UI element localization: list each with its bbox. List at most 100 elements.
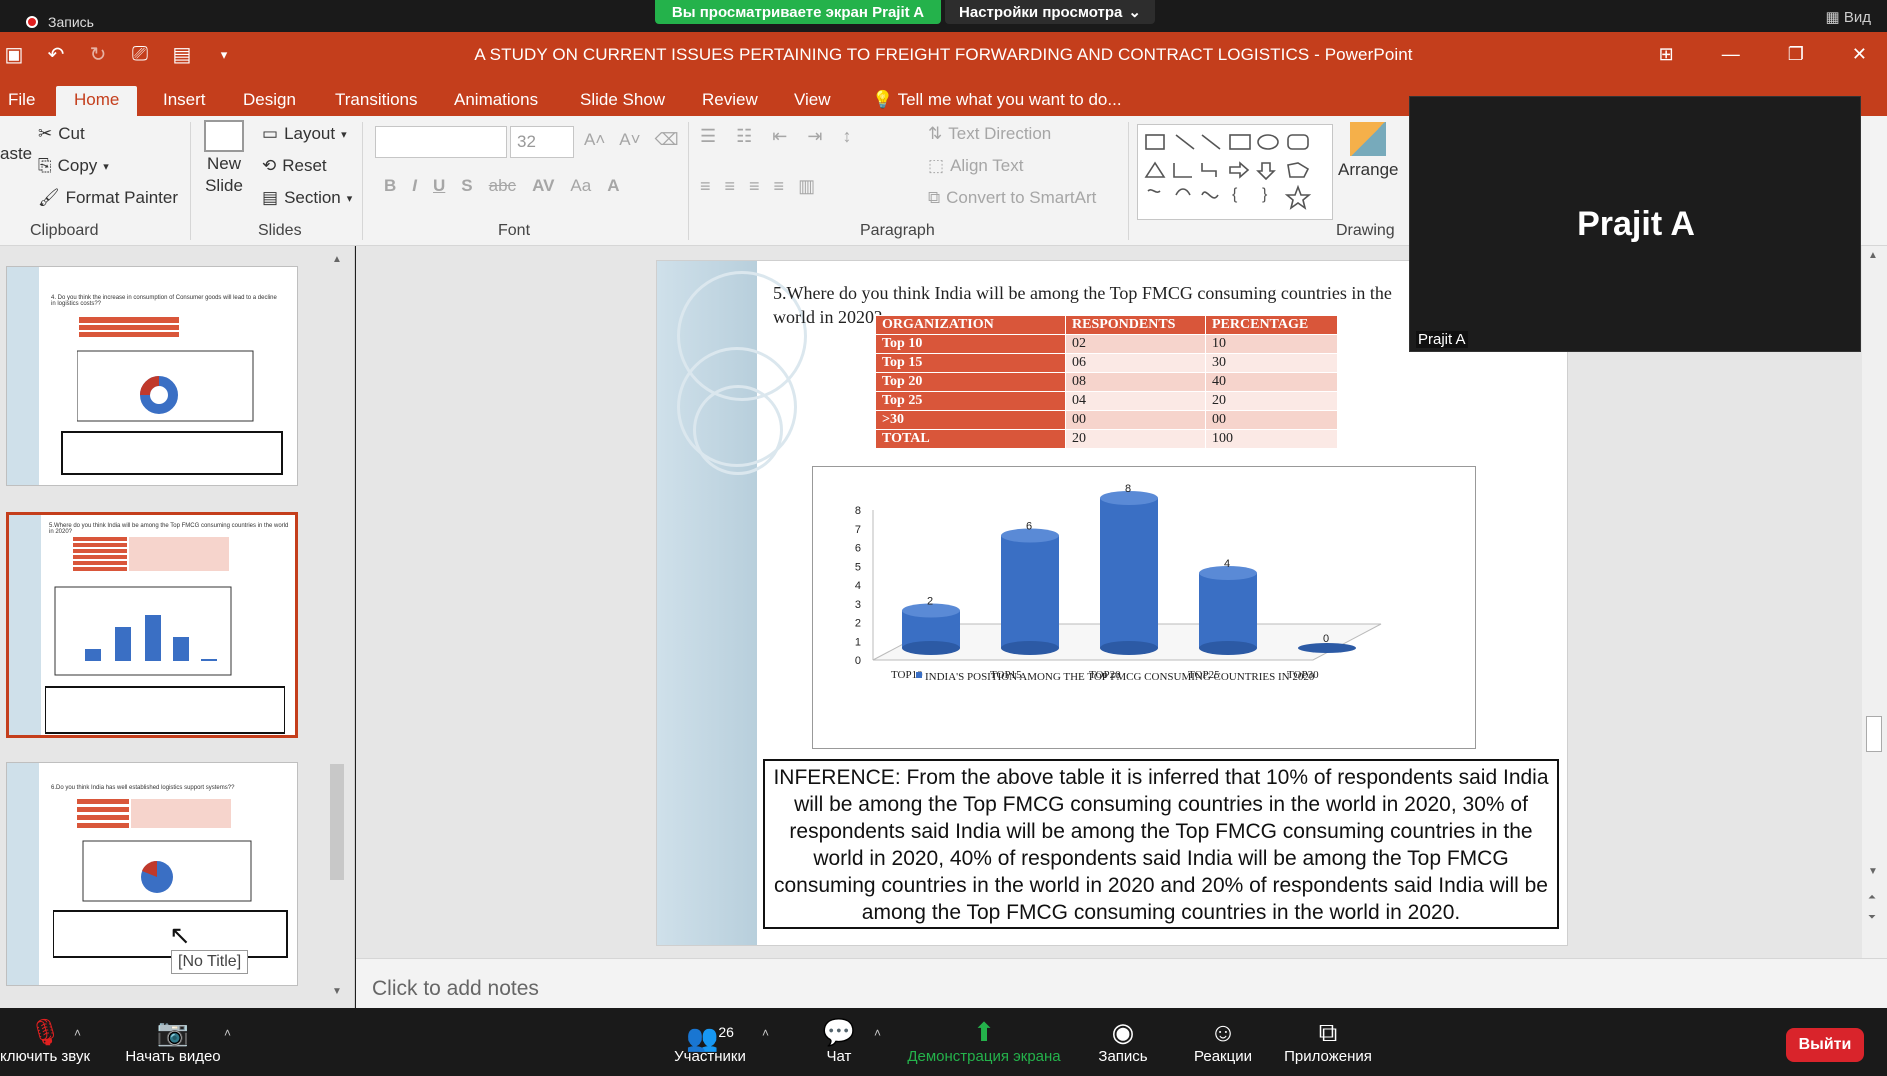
- font-color-button[interactable]: A: [607, 176, 619, 196]
- tab-animations[interactable]: Animations: [436, 86, 556, 116]
- slide-scrollbar[interactable]: ▲ ▼ ⏶ ⏷: [1862, 246, 1887, 958]
- shrink-font-icon[interactable]: A˅: [619, 130, 640, 150]
- arrange-button[interactable]: Arrange: [1338, 122, 1398, 180]
- slide-thumbnail-5[interactable]: 5.Where do you think India will be among…: [6, 512, 298, 738]
- chevron-down-icon: ▾: [341, 128, 347, 141]
- justify-icon[interactable]: ≡: [774, 176, 785, 197]
- start-video-button[interactable]: 📷 Начать видео: [118, 1016, 228, 1065]
- share-screen-button[interactable]: ⬆ Демонстрация экрана: [900, 1016, 1068, 1065]
- apps-button[interactable]: ⧉ Приложения: [1280, 1016, 1376, 1065]
- bullets-icon[interactable]: ☰: [700, 126, 716, 147]
- bold-button[interactable]: B: [384, 176, 396, 196]
- next-slide-icon[interactable]: ⏷: [1868, 912, 1876, 923]
- align-left-icon[interactable]: ≡: [700, 176, 711, 197]
- chevron-up-icon[interactable]: ˄: [762, 1026, 769, 1040]
- scroll-up-icon[interactable]: ▲: [328, 254, 346, 272]
- align-right-icon[interactable]: ≡: [749, 176, 760, 197]
- tab-home[interactable]: Home: [56, 86, 138, 116]
- record-button[interactable]: ◉ Запись: [1088, 1016, 1158, 1065]
- prev-slide-icon[interactable]: ⏶: [1868, 892, 1876, 903]
- chevron-up-icon[interactable]: ˄: [74, 1026, 81, 1040]
- tab-file[interactable]: File: [0, 86, 53, 116]
- outdent-icon[interactable]: ⇥: [807, 126, 822, 147]
- font-name-field[interactable]: [375, 126, 507, 158]
- tab-design[interactable]: Design: [225, 86, 314, 116]
- cell-respondents: 08: [1065, 372, 1206, 392]
- thumbnail-title: 6.Do you think India has well establishe…: [51, 785, 235, 791]
- line-spacing-icon[interactable]: ↕: [842, 126, 851, 147]
- chat-label: Чат: [826, 1048, 852, 1065]
- bar-base: [1100, 641, 1158, 655]
- view-options-button[interactable]: Настройки просмотра ⌄: [945, 0, 1155, 24]
- reactions-icon: ☺: [1209, 1017, 1237, 1047]
- leave-button[interactable]: Выйти: [1786, 1028, 1864, 1062]
- italic-button[interactable]: I: [412, 176, 417, 196]
- text-direction-button[interactable]: ⇅ Text Direction: [928, 124, 1051, 144]
- shadow-button[interactable]: S: [461, 176, 472, 196]
- tab-insert[interactable]: Insert: [145, 86, 224, 116]
- strikethrough-button[interactable]: abc: [489, 176, 516, 196]
- thumbnails-scrollbar[interactable]: ▲ ▼: [328, 254, 346, 1004]
- paste-button[interactable]: aste: [0, 144, 32, 164]
- zoom-top-bar: Запись Вы просматриваете экран Prajit A …: [0, 0, 1887, 32]
- convert-smartart-button[interactable]: ⧉ Convert to SmartArt: [928, 188, 1096, 208]
- slide-thumbnail-4[interactable]: 4. Do you think the increase in consumpt…: [6, 266, 298, 486]
- shapes-gallery[interactable]: {}: [1137, 124, 1333, 220]
- cell-org: >30: [875, 410, 1066, 430]
- new-slide-button[interactable]: New Slide: [204, 120, 244, 196]
- reset-button[interactable]: ⟲ Reset: [262, 156, 327, 176]
- reactions-button[interactable]: ☺ Реакции: [1188, 1016, 1258, 1065]
- current-slide[interactable]: 5.Where do you think India will be among…: [656, 260, 1568, 946]
- section-button[interactable]: ▤ Section ▾: [262, 188, 352, 208]
- cell-respondents: 02: [1065, 334, 1206, 354]
- scroll-thumb[interactable]: [330, 764, 344, 880]
- copy-button[interactable]: ⎘ Copy ▾: [38, 156, 109, 176]
- clear-format-icon[interactable]: ⌫: [655, 130, 679, 150]
- participants-button[interactable]: 👥26 Участники: [660, 1016, 760, 1065]
- chevron-up-icon[interactable]: ˄: [874, 1026, 881, 1040]
- tab-view[interactable]: View: [776, 86, 849, 116]
- align-center-icon[interactable]: ≡: [725, 176, 736, 197]
- numbering-icon[interactable]: ☷: [736, 126, 752, 147]
- cut-button[interactable]: ✂ Cut: [38, 124, 85, 144]
- reset-label: Reset: [282, 156, 327, 175]
- layout-button[interactable]: ▭ Layout ▾: [262, 124, 347, 144]
- data-label: 8: [1125, 483, 1131, 495]
- chat-button[interactable]: 💬 Чат: [800, 1016, 878, 1065]
- tab-slide-show[interactable]: Slide Show: [562, 86, 683, 116]
- char-spacing-button[interactable]: AV: [532, 176, 554, 196]
- slide-thumbnail-6[interactable]: 6.Do you think India has well establishe…: [6, 762, 298, 986]
- tell-me-box[interactable]: 💡 Tell me what you want to do...: [854, 86, 1140, 116]
- scroll-up-icon[interactable]: ▲: [1868, 250, 1878, 261]
- bar-chart[interactable]: 0 1 2 3 4 5 6 7 8 2 TOP10 6 TOP15 8 TOP20 4 TOP25 0 TOP30 I…: [812, 466, 1476, 749]
- font-size-field[interactable]: 32: [510, 126, 574, 158]
- tab-review[interactable]: Review: [684, 86, 776, 116]
- scroll-down-icon[interactable]: ▼: [328, 986, 346, 1004]
- restore-icon[interactable]: ❐: [1788, 44, 1804, 65]
- grow-font-icon[interactable]: A˄: [584, 130, 605, 150]
- view-options-label: Настройки просмотра: [959, 3, 1123, 21]
- thumbnail-stripe: [7, 267, 39, 485]
- participants-count: 26: [718, 1024, 734, 1040]
- share-screen-label: Демонстрация экрана: [907, 1048, 1061, 1065]
- participant-name: Prajit A: [1577, 205, 1695, 243]
- align-text-button[interactable]: ⬚ Align Text: [928, 156, 1023, 176]
- record-icon: [26, 16, 38, 28]
- tab-transitions[interactable]: Transitions: [317, 86, 436, 116]
- participant-video-tile[interactable]: Prajit A Prajit A: [1409, 96, 1861, 352]
- separator: [362, 122, 363, 240]
- format-painter-button[interactable]: 🖌 Format Painter: [38, 188, 178, 208]
- change-case-button[interactable]: Aa: [570, 176, 591, 196]
- indent-icon[interactable]: ⇤: [772, 126, 787, 147]
- close-icon[interactable]: ✕: [1852, 44, 1867, 65]
- scroll-down-icon[interactable]: ▼: [1868, 866, 1878, 877]
- minimize-icon[interactable]: —: [1722, 44, 1740, 65]
- underline-button[interactable]: U: [433, 176, 445, 196]
- scroll-thumb[interactable]: [1866, 716, 1882, 752]
- unmute-button[interactable]: 🎙 ключить звук: [0, 1016, 100, 1065]
- columns-icon[interactable]: ▥: [798, 176, 815, 197]
- chevron-up-icon[interactable]: ˄: [224, 1026, 231, 1040]
- view-button[interactable]: ▦ Вид: [1826, 8, 1872, 26]
- notes-pane[interactable]: Click to add notes: [356, 958, 1887, 1008]
- ribbon-display-icon[interactable]: ⊞: [1659, 44, 1674, 65]
